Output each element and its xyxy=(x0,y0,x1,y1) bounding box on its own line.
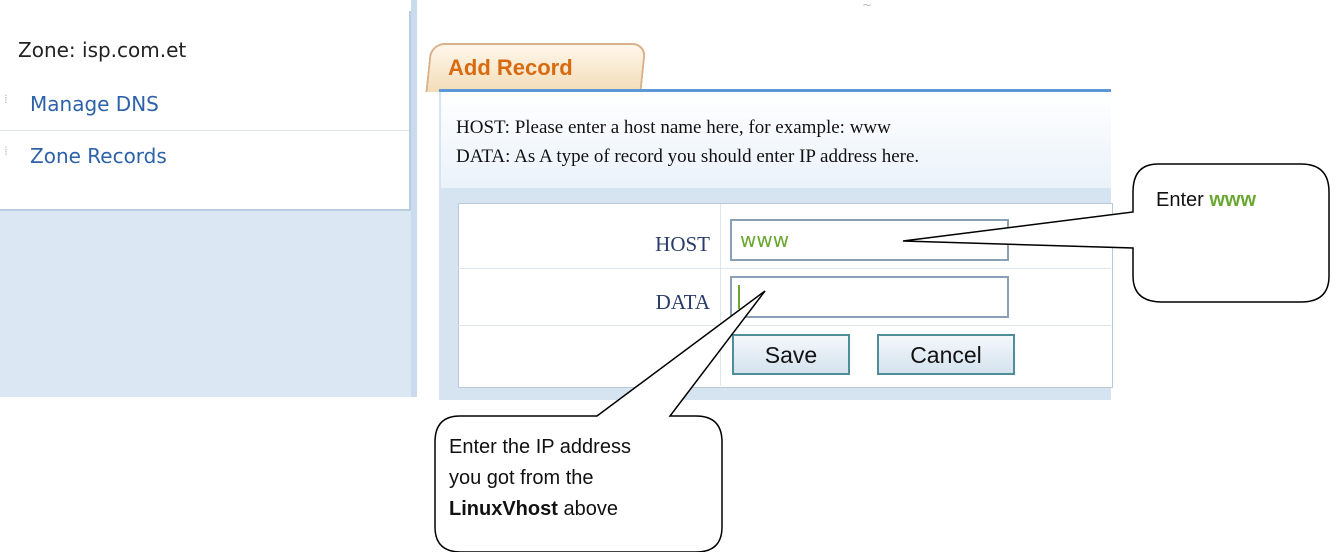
bottom-callout-line2: you got from the xyxy=(449,467,594,489)
right-callout-text: Enter www xyxy=(1156,185,1256,216)
right-callout-highlight: www xyxy=(1209,189,1257,211)
right-callout-prefix: Enter xyxy=(1156,189,1210,211)
bottom-callout-suffix: above xyxy=(557,498,618,520)
bottom-callout-bold: LinuxVhost xyxy=(449,498,558,520)
bottom-callout-text: Enter the IP address you got from the Li… xyxy=(449,432,709,525)
bottom-callout-line1: Enter the IP address xyxy=(449,436,631,458)
right-callout-bubble xyxy=(902,163,1330,303)
bottom-callout-line3: LinuxVhost above xyxy=(449,494,709,525)
